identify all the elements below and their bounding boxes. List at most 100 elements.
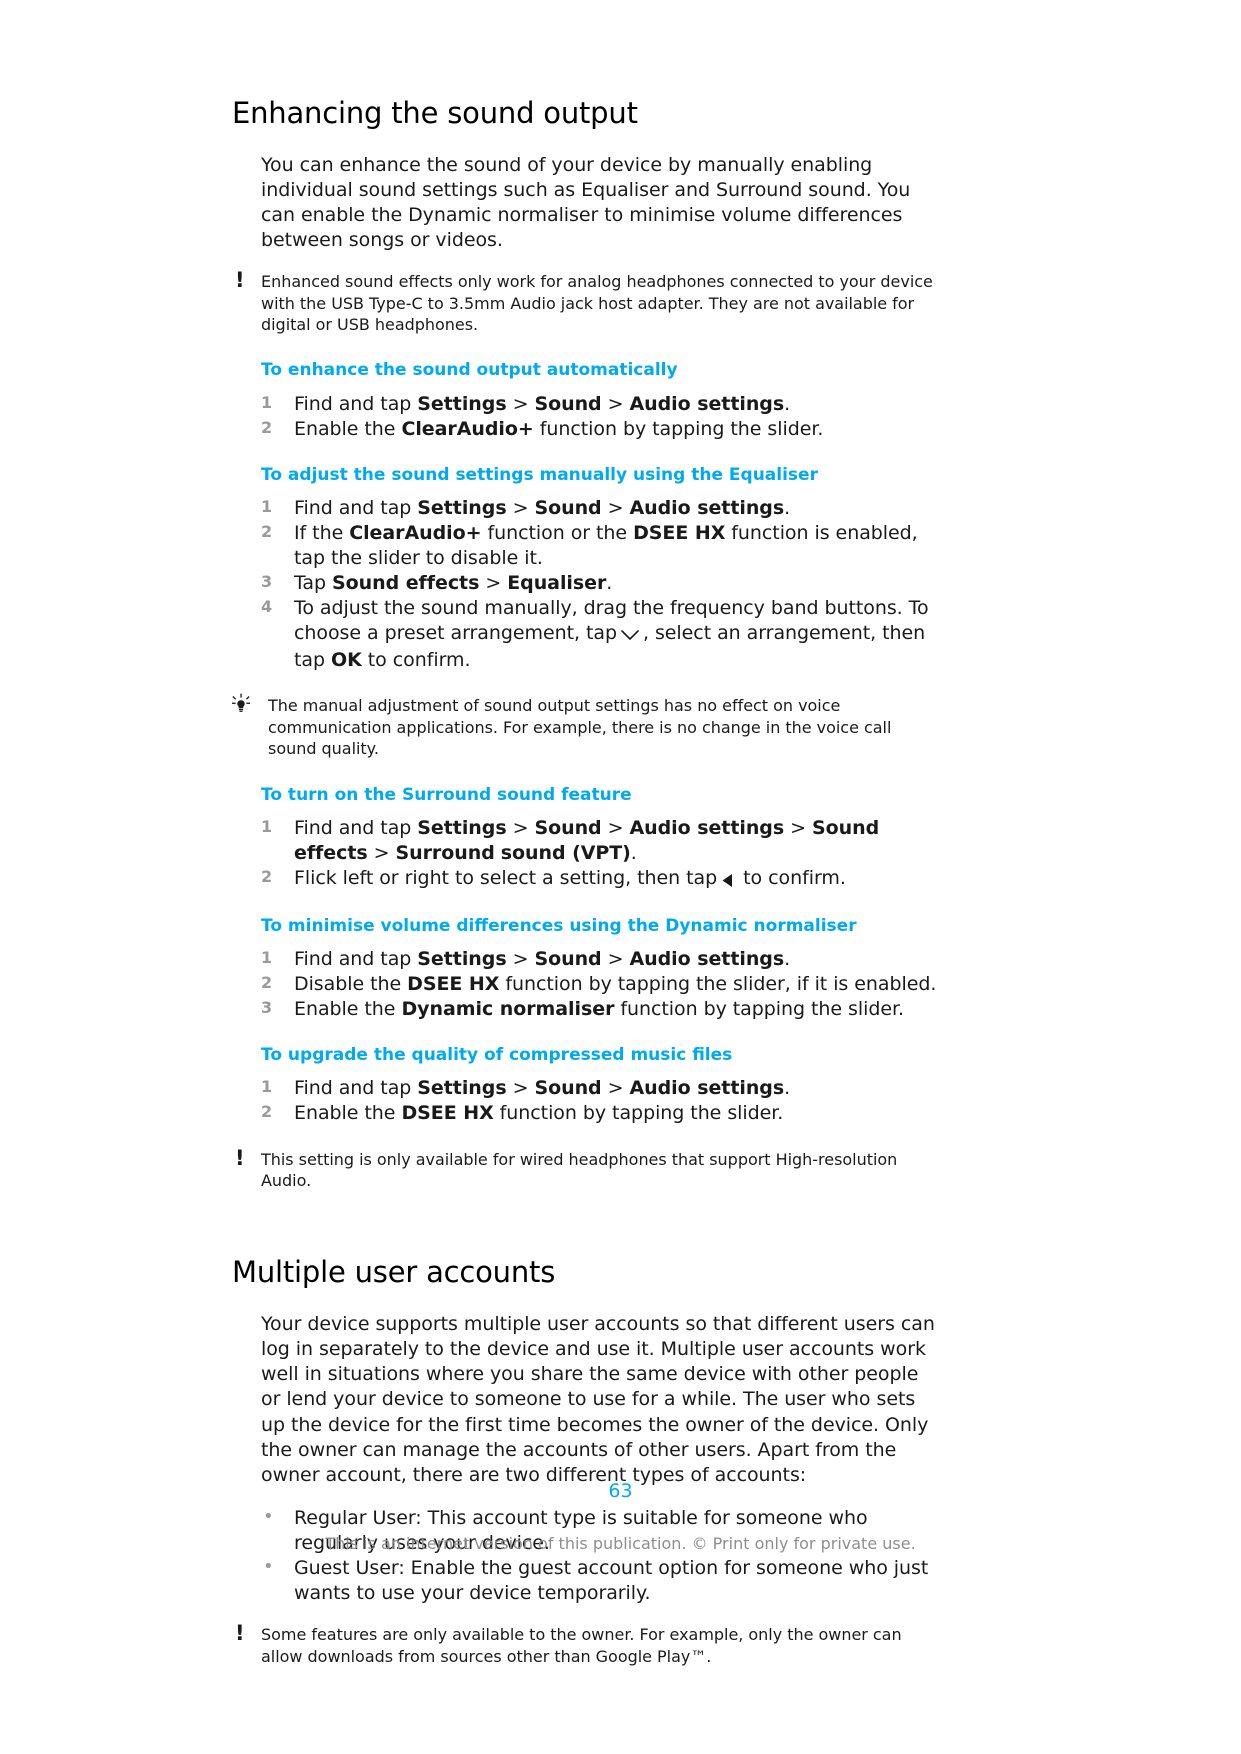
steps-adjust-equaliser: Find and tap Settings > Sound > Audio se… <box>232 496 941 674</box>
section-title: Multiple user accounts <box>232 1255 556 1290</box>
ui-term-audio-settings: Audio settings <box>629 1077 785 1100</box>
page-title: Enhancing the sound output <box>232 96 638 130</box>
separator: > <box>512 816 529 839</box>
ui-term-dynamic-normaliser: Dynamic normaliser <box>401 998 615 1021</box>
note-text: Enhanced sound effects only work for ana… <box>261 272 933 334</box>
ui-term-sound: Sound <box>534 496 602 519</box>
step-text: Enable the <box>294 1102 402 1125</box>
exclamation-note-icon: ! <box>235 1145 245 1170</box>
period: . <box>784 948 791 971</box>
page-number: 63 <box>608 1480 633 1502</box>
step-item: Find and tap Settings > Sound > Audio se… <box>261 1076 941 1101</box>
separator: > <box>512 496 529 519</box>
sub-heading-dynamic-normaliser: To minimise volume differences using the… <box>261 915 857 936</box>
step-item: If the ClearAudio+ function or the DSEE … <box>261 521 941 571</box>
ui-term-settings: Settings <box>417 496 507 519</box>
step-item: Tap Sound effects > Equaliser. <box>261 571 941 596</box>
ui-term-sound-effects: Sound effects <box>332 572 480 594</box>
sub-heading-surround-sound: To turn on the Surround sound feature <box>261 784 632 805</box>
ui-term-dsee-hx: DSEE HX <box>407 973 500 996</box>
step-text: function by tapping the slider. <box>614 998 904 1021</box>
period: . <box>606 572 613 594</box>
lightbulb-tip-icon <box>230 693 254 717</box>
document-page: Enhancing the sound output You can enhan… <box>0 0 1241 1754</box>
separator: > <box>607 1077 624 1100</box>
ui-term-settings: Settings <box>417 948 507 971</box>
step-text: Enable the <box>294 417 402 440</box>
step-text: function by tapping the slider. <box>493 1102 784 1125</box>
steps-upgrade-compressed-music: Find and tap Settings > Sound > Audio se… <box>232 1076 941 1126</box>
step-item: Find and tap Settings > Sound > Audio se… <box>261 816 941 866</box>
ui-term-dsee-hx: DSEE HX <box>401 1102 494 1125</box>
sub-heading-enhance-automatically: To enhance the sound output automaticall… <box>261 360 678 381</box>
step-text: If the <box>294 521 350 544</box>
ui-term-surround-2: sound (VPT) <box>500 841 631 864</box>
step-item: Enable the ClearAudio+ function by tappi… <box>261 417 941 442</box>
section-intro-paragraph: Your device supports multiple user accou… <box>261 1313 935 1486</box>
ui-term-audio-settings: Audio settings <box>629 948 785 971</box>
sub-heading-adjust-equaliser: To adjust the sound settings manually us… <box>261 464 818 485</box>
ui-term-audio-settings: Audio settings <box>629 496 785 519</box>
ui-term-dsee-hx: DSEE HX <box>633 521 726 544</box>
separator: > <box>512 1077 529 1100</box>
step-text: Disable the <box>294 973 408 996</box>
step-text: Enable the <box>294 998 402 1021</box>
separator: > <box>373 841 390 864</box>
list-item: Guest User: Enable the guest account opt… <box>261 1555 941 1606</box>
separator: > <box>607 948 624 971</box>
back-arrow-icon[interactable] <box>720 868 734 893</box>
note-owner-only-features: ! Some features are only available to th… <box>232 1623 941 1667</box>
step-item: Flick left or right to select a setting,… <box>261 866 941 893</box>
step-text: function by tapping the slider. <box>533 417 824 440</box>
ui-term-sound: Sound <box>534 816 602 839</box>
step-text: Find and tap <box>294 816 418 839</box>
ui-term-sound: Sound <box>534 392 602 415</box>
ui-term-clearaudio: ClearAudio+ <box>401 417 534 440</box>
account-types-list: Regular User: This account type is suita… <box>232 1505 941 1606</box>
note-high-resolution-audio: ! This setting is only available for wir… <box>232 1145 941 1192</box>
period: . <box>784 496 791 519</box>
step-text: Tap <box>294 572 333 594</box>
period: . <box>784 1077 791 1100</box>
ui-term-settings: Settings <box>417 392 507 415</box>
separator: > <box>485 572 502 594</box>
step-item: Find and tap Settings > Sound > Audio se… <box>261 496 941 521</box>
step-text: function or the <box>481 521 634 544</box>
ui-term-surround-1: Surround <box>395 841 495 864</box>
step-text: to confirm. <box>737 866 846 889</box>
ui-term-equaliser: Equaliser <box>507 572 607 594</box>
separator: > <box>790 816 806 839</box>
separator: > <box>607 496 624 519</box>
ui-term-ok: OK <box>331 649 362 672</box>
ui-term-audio-settings: Audio settings <box>629 392 785 415</box>
ui-term-audio-settings: Audio settings <box>629 816 785 839</box>
note-text: Some features are only available to the … <box>261 1625 902 1666</box>
ui-term-settings: Settings <box>417 816 507 839</box>
note-analog-headphones: ! Enhanced sound effects only work for a… <box>232 268 941 335</box>
step-text: Flick left or right to select a setting,… <box>294 866 718 889</box>
step-text: to confirm. <box>361 649 471 672</box>
exclamation-note-icon: ! <box>235 268 245 293</box>
section-enhancing-sound-output: Enhancing the sound output You can enhan… <box>232 96 941 1191</box>
step-text: Find and tap <box>294 1077 418 1100</box>
step-item: Enable the Dynamic normaliser function b… <box>261 997 941 1022</box>
step-text: Find and tap <box>294 392 418 415</box>
separator: > <box>512 948 529 971</box>
section-intro-paragraph: You can enhance the sound of your device… <box>261 153 911 252</box>
ui-term-clearaudio: ClearAudio+ <box>349 521 482 544</box>
chevron-down-icon[interactable] <box>620 623 640 648</box>
separator: > <box>607 392 624 415</box>
period: . <box>784 392 791 415</box>
step-item: Disable the DSEE HX function by tapping … <box>261 972 941 997</box>
period: . <box>630 841 637 864</box>
step-item: To adjust the sound manually, drag the f… <box>261 596 941 673</box>
ui-term-sound: Sound <box>534 948 602 971</box>
step-text: function by tapping the slider, if it is… <box>499 973 937 996</box>
step-text: Find and tap <box>294 948 418 971</box>
tip-text: The manual adjustment of sound output se… <box>268 696 892 759</box>
footer-disclaimer: This is an internet version of this publ… <box>325 1534 916 1553</box>
section-multiple-user-accounts: Multiple user accounts Your device suppo… <box>232 1255 941 1667</box>
steps-dynamic-normaliser: Find and tap Settings > Sound > Audio se… <box>232 947 941 1022</box>
step-item: Enable the DSEE HX function by tapping t… <box>261 1101 941 1126</box>
